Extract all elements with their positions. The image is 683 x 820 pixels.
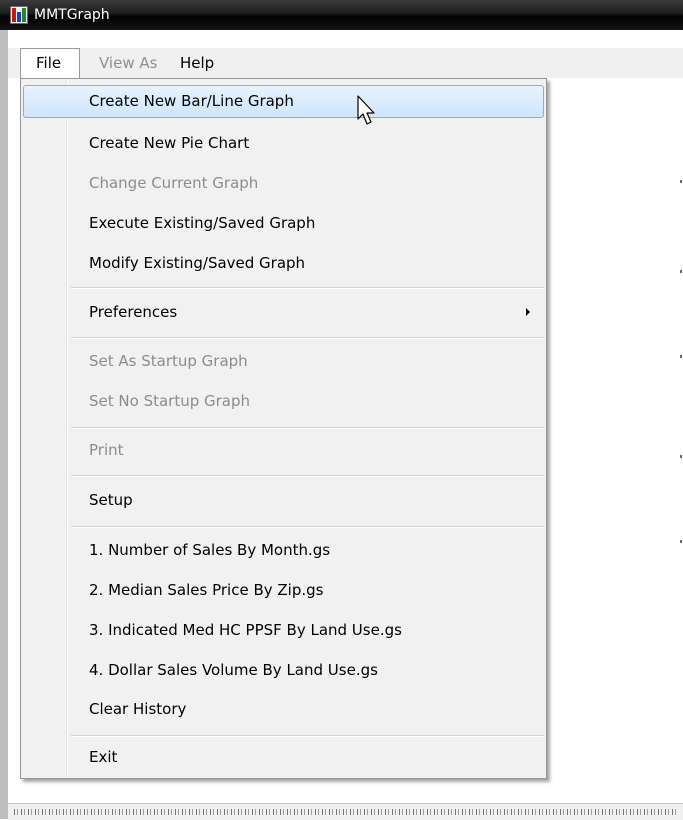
- edge-tick: [680, 180, 682, 183]
- menu-item-print[interactable]: Print: [23, 434, 544, 467]
- window-title: MMTGraph: [34, 7, 110, 23]
- submenu-arrow-icon: [526, 308, 530, 316]
- file-menu-dropdown: Create New Bar/Line Graph Create New Pie…: [20, 78, 547, 779]
- menu-view-as[interactable]: View As: [99, 48, 157, 78]
- menu-item-exit[interactable]: Exit: [23, 741, 544, 774]
- menubar-spacer: [8, 30, 683, 48]
- menu-item-set-as-startup-graph[interactable]: Set As Startup Graph: [23, 345, 544, 378]
- menu-separator: [71, 735, 544, 737]
- menu-item-recent-4[interactable]: 4. Dollar Sales Volume By Land Use.gs: [23, 654, 544, 687]
- icon-bar-red: [12, 8, 16, 22]
- app-window: MMTGraph File View As Help Create New Ba…: [0, 0, 683, 820]
- menu-item-clear-history[interactable]: Clear History: [23, 693, 544, 726]
- title-bar[interactable]: MMTGraph: [0, 0, 683, 30]
- menu-help[interactable]: Help: [180, 48, 214, 78]
- menu-separator: [71, 427, 544, 429]
- menu-bar: File View As Help: [8, 48, 683, 78]
- edge-tick: [680, 455, 682, 458]
- menu-item-set-no-startup-graph[interactable]: Set No Startup Graph: [23, 385, 544, 418]
- menu-file[interactable]: File: [20, 48, 80, 78]
- status-bar-content: [14, 809, 679, 815]
- menu-item-recent-2[interactable]: 2. Median Sales Price By Zip.gs: [23, 574, 544, 607]
- menu-separator: [71, 287, 544, 289]
- menu-item-change-current-graph[interactable]: Change Current Graph: [23, 167, 544, 200]
- menu-separator: [71, 526, 544, 528]
- window-frame-left: [0, 30, 8, 819]
- menu-item-create-new-pie-chart[interactable]: Create New Pie Chart: [23, 127, 544, 160]
- icon-bar-green: [22, 8, 26, 22]
- menu-item-recent-1[interactable]: 1. Number of Sales By Month.gs: [23, 534, 544, 567]
- menu-item-modify-existing-saved-graph[interactable]: Modify Existing/Saved Graph: [23, 247, 544, 280]
- menu-separator: [71, 337, 544, 339]
- bar-chart-app-icon[interactable]: [10, 6, 28, 24]
- edge-tick: [680, 355, 682, 358]
- menu-item-execute-existing-saved-graph[interactable]: Execute Existing/Saved Graph: [23, 207, 544, 240]
- menu-item-preferences[interactable]: Preferences: [23, 296, 544, 329]
- menu-item-create-new-bar-line-graph[interactable]: Create New Bar/Line Graph: [23, 85, 544, 118]
- status-bar: [8, 803, 683, 820]
- mouse-pointer-icon: [357, 95, 375, 125]
- menu-separator: [71, 475, 544, 477]
- menu-item-recent-3[interactable]: 3. Indicated Med HC PPSF By Land Use.gs: [23, 614, 544, 647]
- menu-item-setup[interactable]: Setup: [23, 484, 544, 517]
- edge-tick: [680, 540, 682, 543]
- menu-item-preferences-label: Preferences: [89, 303, 178, 321]
- icon-bar-blue: [17, 12, 21, 22]
- edge-tick: [680, 270, 682, 273]
